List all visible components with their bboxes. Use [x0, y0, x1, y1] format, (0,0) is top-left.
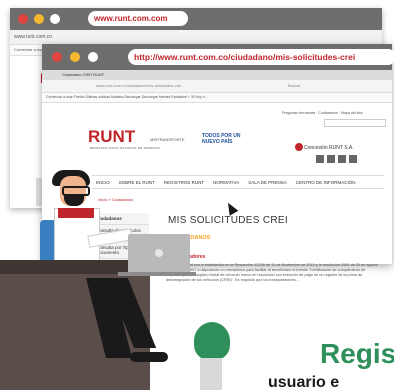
- consortium-link[interactable]: Concesión RUNT S.A.: [304, 145, 354, 151]
- front-url-label: http://www.runt.com.co/ciudadano/mis-sol…: [128, 49, 394, 65]
- menu-item-normativa[interactable]: NORMATIVA: [213, 180, 239, 185]
- runt-logo-subtitle: REGISTRO ÚNICO NACIONAL DE TRÁNSITO: [90, 146, 161, 150]
- maximize-dot-icon[interactable]: [50, 14, 60, 24]
- youtube-icon[interactable]: [338, 155, 346, 163]
- facebook-icon[interactable]: [316, 155, 324, 163]
- close-dot-icon[interactable]: [18, 14, 28, 24]
- main-menu: INICIO SOBRE EL RUNT REGISTROS RUNT NORM…: [92, 175, 384, 189]
- sidebar-item-ciudadanos[interactable]: Ciudadanos: [94, 213, 149, 225]
- government-slogan: TODOS POR UN NUEVO PAÍS: [202, 133, 241, 145]
- site-search-input[interactable]: [324, 119, 386, 127]
- lock-icon: [295, 143, 303, 151]
- top-links[interactable]: Preguntas frecuentes · Contáctenos · Map…: [282, 111, 363, 115]
- maximize-dot-icon[interactable]: [88, 52, 98, 62]
- rss-icon[interactable]: [349, 155, 357, 163]
- close-dot-icon[interactable]: [52, 52, 62, 62]
- menu-item-registros[interactable]: REGISTROS RUNT: [164, 180, 204, 185]
- back-url-label: www.runt.com.com: [88, 11, 188, 26]
- page-title: MIS SOLICITUDES CREI: [168, 215, 288, 226]
- front-bookmarks-bar[interactable]: Comenzar a usar Firefox Últimas noticias…: [42, 93, 392, 103]
- runt-logo[interactable]: RUNT: [88, 127, 135, 147]
- ministry-logo: MINTRANSPORTE: [150, 137, 185, 142]
- minimize-dot-icon[interactable]: [70, 52, 80, 62]
- plant-pot-illustration: [200, 358, 222, 390]
- menu-item-prensa[interactable]: SALA DE PRENSA: [248, 180, 287, 185]
- subline-text: usuario e: [268, 374, 340, 391]
- body-text: De conformidad con lo establecido en la …: [166, 263, 378, 282]
- glasses-illustration: [62, 186, 90, 196]
- back-window-titlebar: www.runt.com.com: [10, 8, 382, 30]
- headline-text: Regis: [320, 338, 394, 369]
- minimize-dot-icon[interactable]: [34, 14, 44, 24]
- address-text[interactable]: www.runt.com.co/ciudadano/mis-solicitude…: [96, 83, 181, 88]
- laptop-logo-icon: [155, 249, 163, 257]
- front-window-titlebar: http://www.runt.com.co/ciudadano/mis-sol…: [42, 44, 394, 70]
- shoe-illustration: [130, 352, 168, 362]
- search-field[interactable]: Buscar: [288, 80, 300, 92]
- menu-item-sobre[interactable]: SOBRE EL RUNT: [119, 180, 155, 185]
- laptop-base-illustration: [118, 272, 196, 276]
- menu-item-centro[interactable]: CENTRO DE INFORMACIÓN: [296, 180, 356, 185]
- back-address-bar[interactable]: www.runt.com.co: [10, 30, 382, 45]
- menu-item-inicio[interactable]: INICIO: [96, 180, 110, 185]
- plant-illustration: [194, 322, 230, 360]
- front-address-bar[interactable]: www.runt.com.co/ciudadano/mis-solicitude…: [42, 80, 392, 93]
- person-scarf-illustration: [58, 208, 94, 218]
- twitter-icon[interactable]: [327, 155, 335, 163]
- browser-tab[interactable]: Ciudadano CREI RUNT: [42, 70, 392, 80]
- breadcrumb[interactable]: Inicio » Ciudadanos: [98, 197, 133, 202]
